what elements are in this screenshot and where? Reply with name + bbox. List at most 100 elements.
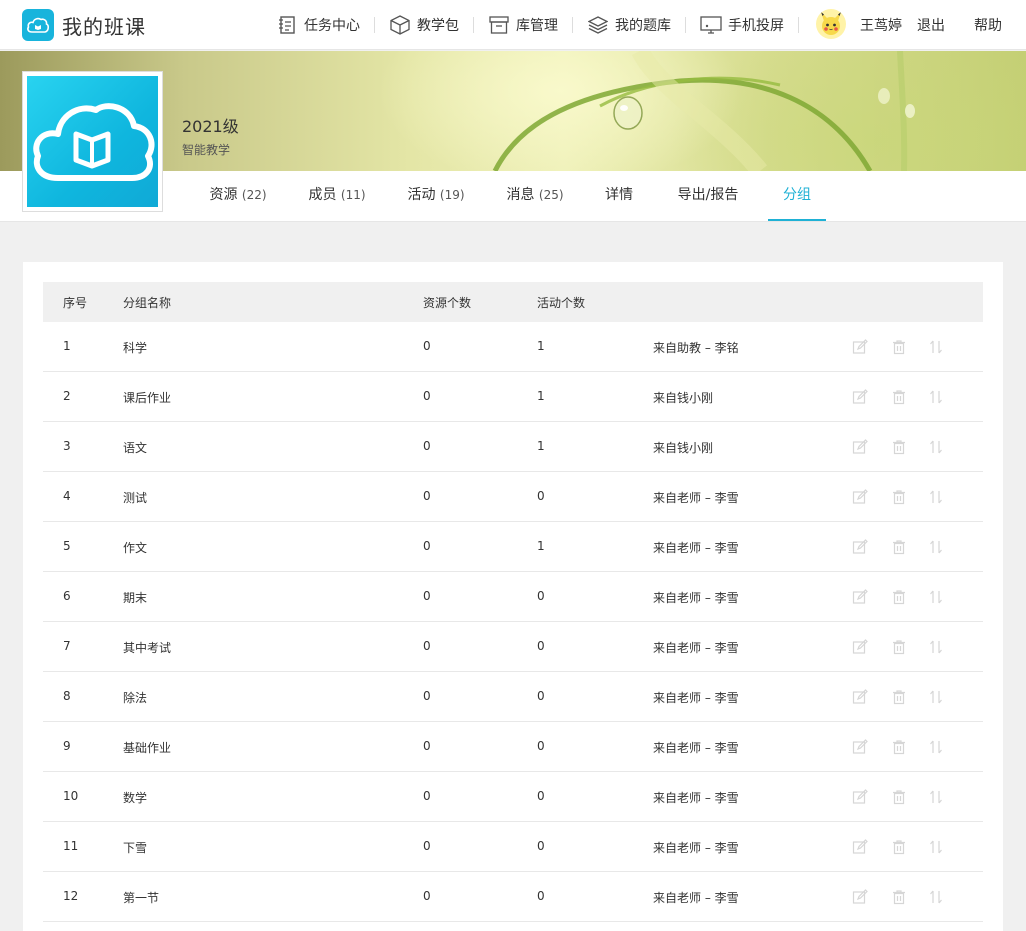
sort-icon[interactable] (927, 738, 945, 756)
row-index: 6 (63, 589, 71, 603)
edit-icon[interactable] (851, 688, 869, 706)
nav-library-management[interactable]: 库管理 (488, 0, 558, 50)
row-source: 来自老师 – 李雪 (653, 791, 739, 805)
row-activity-count: 0 (537, 789, 545, 803)
table-row: 9 基础作业 0 0 来自老师 – 李雪 (43, 722, 983, 772)
tab-details[interactable]: 详情 (603, 171, 635, 221)
row-resource-count: 0 (423, 439, 431, 453)
edit-icon[interactable] (851, 838, 869, 856)
row-group-name: 基础作业 (123, 741, 172, 755)
sort-icon[interactable] (927, 438, 945, 456)
app-logo-icon[interactable] (22, 9, 54, 41)
row-index: 2 (63, 389, 71, 403)
nav-label: 我的题库 (615, 18, 671, 34)
row-source: 来自钱小刚 (653, 391, 714, 405)
row-resource-count: 0 (423, 539, 431, 553)
row-source: 来自老师 – 李雪 (653, 841, 739, 855)
delete-icon[interactable] (890, 338, 908, 356)
row-index: 3 (63, 439, 71, 453)
tab-label: 分组 (783, 187, 811, 203)
tab-groups[interactable]: 分组 (768, 171, 826, 221)
delete-icon[interactable] (890, 688, 908, 706)
row-resource-count: 0 (423, 589, 431, 603)
delete-icon[interactable] (890, 438, 908, 456)
cloud-book-icon (32, 102, 154, 181)
tab-messages[interactable]: 消息 (25) (505, 171, 565, 221)
row-group-name: 第一节 (123, 891, 160, 905)
nav-screen-cast[interactable]: 手机投屏 (700, 0, 784, 50)
row-resource-count: 0 (423, 789, 431, 803)
delete-icon[interactable] (890, 838, 908, 856)
tab-export-report[interactable]: 导出/报告 (675, 171, 741, 221)
header-activity-count: 活动个数 (537, 296, 586, 310)
sort-icon[interactable] (927, 388, 945, 406)
row-resource-count: 0 (423, 639, 431, 653)
delete-icon[interactable] (890, 588, 908, 606)
delete-icon[interactable] (890, 738, 908, 756)
row-group-name: 其中考试 (123, 641, 172, 655)
edit-icon[interactable] (851, 538, 869, 556)
row-activity-count: 0 (537, 889, 545, 903)
edit-icon[interactable] (851, 888, 869, 906)
sort-icon[interactable] (927, 338, 945, 356)
row-resource-count: 0 (423, 739, 431, 753)
edit-icon[interactable] (851, 488, 869, 506)
row-activity-count: 0 (537, 839, 545, 853)
row-source: 来自老师 – 李雪 (653, 541, 739, 555)
row-activity-count: 0 (537, 739, 545, 753)
edit-icon[interactable] (851, 738, 869, 756)
user-name: 王茑婷 (860, 18, 902, 34)
delete-icon[interactable] (890, 888, 908, 906)
row-resource-count: 0 (423, 339, 431, 353)
sort-icon[interactable] (927, 588, 945, 606)
sort-icon[interactable] (927, 638, 945, 656)
edit-icon[interactable] (851, 338, 869, 356)
delete-icon[interactable] (890, 488, 908, 506)
tab-count: (19) (439, 188, 465, 202)
tab-activities[interactable]: 活动 (19) (406, 171, 466, 221)
nav-label: 任务中心 (304, 18, 360, 34)
delete-icon[interactable] (890, 538, 908, 556)
sort-icon[interactable] (927, 488, 945, 506)
edit-icon[interactable] (851, 438, 869, 456)
header-resource-count: 资源个数 (423, 296, 472, 310)
delete-icon[interactable] (890, 788, 908, 806)
row-group-name: 下雪 (123, 841, 148, 855)
logout-link[interactable]: 退出 (917, 15, 945, 35)
sort-icon[interactable] (927, 688, 945, 706)
nav-task-center[interactable]: 任务中心 (276, 0, 360, 50)
table-row: 5 作文 0 1 来自老师 – 李雪 (43, 522, 983, 572)
nav-teaching-package[interactable]: 教学包 (389, 0, 459, 50)
tab-resources[interactable]: 资源 (22) (208, 171, 268, 221)
row-group-name: 作文 (123, 541, 148, 555)
tab-members[interactable]: 成员 (11) (307, 171, 367, 221)
nav-label: 库管理 (516, 18, 558, 34)
edit-icon[interactable] (851, 588, 869, 606)
sort-icon[interactable] (927, 888, 945, 906)
header-group-name: 分组名称 (123, 296, 172, 310)
row-group-name: 语文 (123, 441, 148, 455)
row-resource-count: 0 (423, 689, 431, 703)
nav-question-bank[interactable]: 我的题库 (587, 0, 671, 50)
delete-icon[interactable] (890, 638, 908, 656)
row-activity-count: 0 (537, 639, 545, 653)
delete-icon[interactable] (890, 388, 908, 406)
row-activity-count: 0 (537, 489, 545, 503)
sort-icon[interactable] (927, 788, 945, 806)
sort-icon[interactable] (927, 838, 945, 856)
edit-icon[interactable] (851, 788, 869, 806)
row-group-name: 科学 (123, 341, 148, 355)
help-link[interactable]: 帮助 (974, 15, 1002, 35)
avatar[interactable] (816, 9, 846, 39)
tab-label: 资源 (209, 187, 238, 203)
sort-icon[interactable] (927, 538, 945, 556)
table-row: 7 其中考试 0 0 来自老师 – 李雪 (43, 622, 983, 672)
edit-icon[interactable] (851, 388, 869, 406)
table-row: 2 课后作业 0 1 来自钱小刚 (43, 372, 983, 422)
screen-cast-icon (700, 14, 722, 36)
edit-icon[interactable] (851, 638, 869, 656)
row-group-name: 数学 (123, 791, 148, 805)
top-nav: 任务中心 教学包 库管理 我的题库 手机投屏 (276, 0, 813, 50)
row-activity-count: 0 (537, 689, 545, 703)
groups-panel: 序号 分组名称 资源个数 活动个数 1 科学 0 1 来自助教 – 李铭 2 课后作业 0 1 来… (23, 262, 1003, 931)
